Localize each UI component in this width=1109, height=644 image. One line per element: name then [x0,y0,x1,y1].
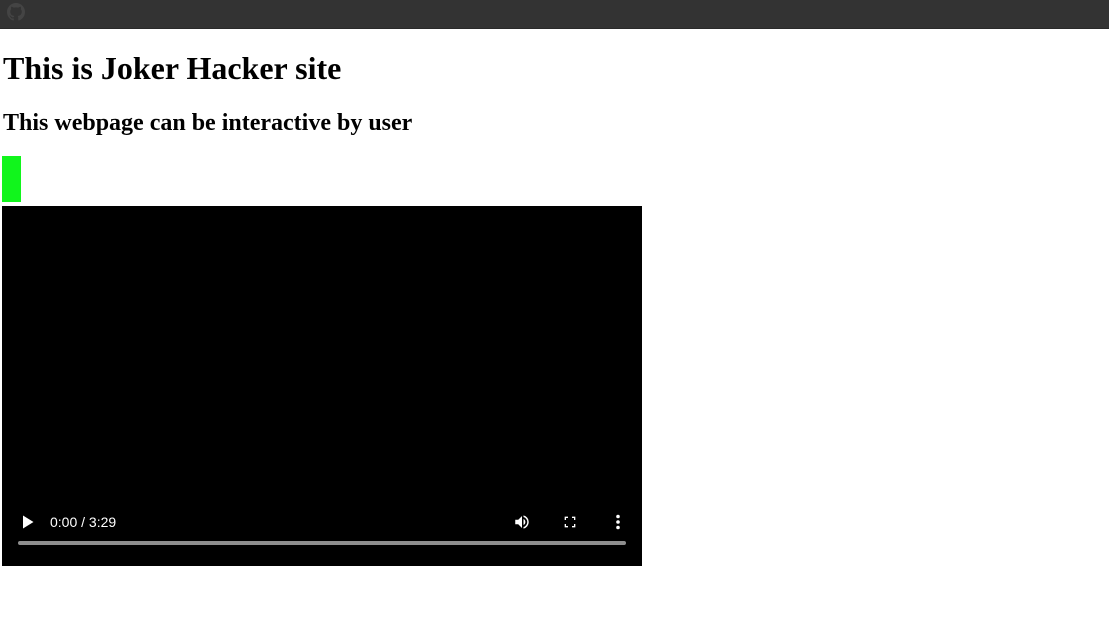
fullscreen-icon [562,514,578,530]
interactive-green-block[interactable] [2,156,21,202]
volume-icon [513,513,531,531]
more-options-button[interactable] [608,512,628,532]
page-subtitle: This webpage can be interactive by user [3,110,413,136]
play-icon [21,514,35,530]
top-bar [0,0,1109,29]
video-player[interactable]: 0:00 / 3:29 [2,206,642,566]
page-title: This is Joker Hacker site [3,50,342,86]
fullscreen-button[interactable] [560,512,580,532]
more-vertical-icon [615,514,621,530]
volume-button[interactable] [512,512,532,532]
play-button[interactable] [18,512,38,532]
time-display: 0:00 / 3:29 [50,514,117,530]
video-controls: 0:00 / 3:29 [2,510,642,566]
video-progress-bar[interactable] [18,541,626,545]
github-icon[interactable] [7,3,25,21]
